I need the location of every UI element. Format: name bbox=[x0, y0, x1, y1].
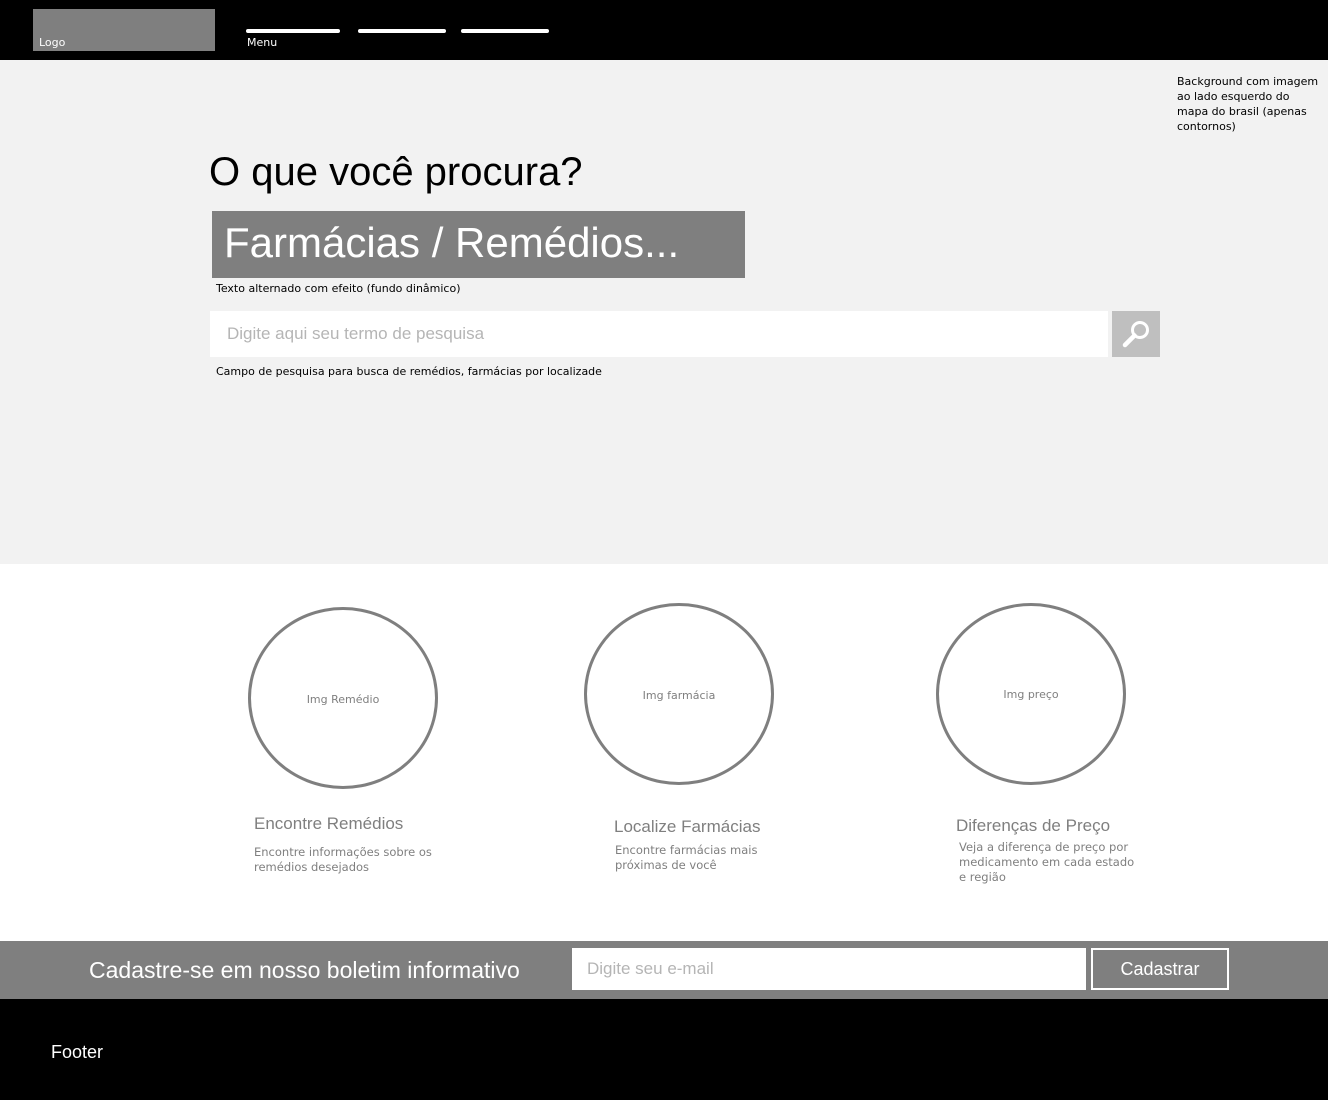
logo[interactable]: Logo bbox=[33, 9, 215, 51]
email-input[interactable] bbox=[572, 948, 1086, 990]
search-button[interactable] bbox=[1112, 311, 1160, 357]
feature-image-label: Img Remédio bbox=[306, 693, 380, 706]
search-input[interactable] bbox=[210, 311, 1108, 357]
logo-label: Logo bbox=[39, 36, 66, 49]
feature-image-label: Img farmácia bbox=[642, 689, 716, 702]
footer bbox=[0, 999, 1328, 1100]
hero-title: O que você procura? bbox=[209, 150, 583, 194]
background-note: Background com imagem ao lado esquerdo d… bbox=[1177, 75, 1319, 133]
menu-item-1[interactable] bbox=[246, 29, 340, 33]
rotating-text: Farmácias / Remédios... bbox=[224, 219, 680, 266]
footer-label: Footer bbox=[51, 1042, 104, 1062]
subscribe-button[interactable]: Cadastrar bbox=[1091, 948, 1229, 990]
menu-item-2[interactable] bbox=[358, 29, 446, 33]
feature-description: Veja a diferença de preço por medicament… bbox=[959, 840, 1135, 884]
rotating-text-box: Farmácias / Remédios... bbox=[212, 211, 745, 278]
feature-image-remedio: Img Remédio bbox=[248, 607, 438, 789]
rotating-text-note: Texto alternado com efeito (fundo dinâmi… bbox=[216, 282, 461, 295]
feature-title: Diferenças de Preço bbox=[956, 816, 1111, 835]
search-icon bbox=[1122, 321, 1149, 348]
menu-item-3[interactable] bbox=[461, 29, 549, 33]
newsletter-title: Cadastre-se em nosso boletim informativo bbox=[89, 957, 520, 983]
menu-label: Menu bbox=[247, 36, 278, 49]
feature-title: Encontre Remédios bbox=[254, 814, 404, 833]
feature-image-label: Img preço bbox=[1003, 688, 1059, 701]
feature-description: Encontre farmácias mais próximas de você bbox=[615, 843, 758, 872]
feature-title: Localize Farmácias bbox=[614, 817, 761, 836]
search-note: Campo de pesquisa para busca de remédios… bbox=[216, 365, 602, 378]
feature-image-farmacia: Img farmácia bbox=[584, 603, 774, 785]
feature-image-preco: Img preço bbox=[936, 603, 1126, 785]
feature-description: Encontre informações sobre os remédios d… bbox=[254, 845, 432, 874]
